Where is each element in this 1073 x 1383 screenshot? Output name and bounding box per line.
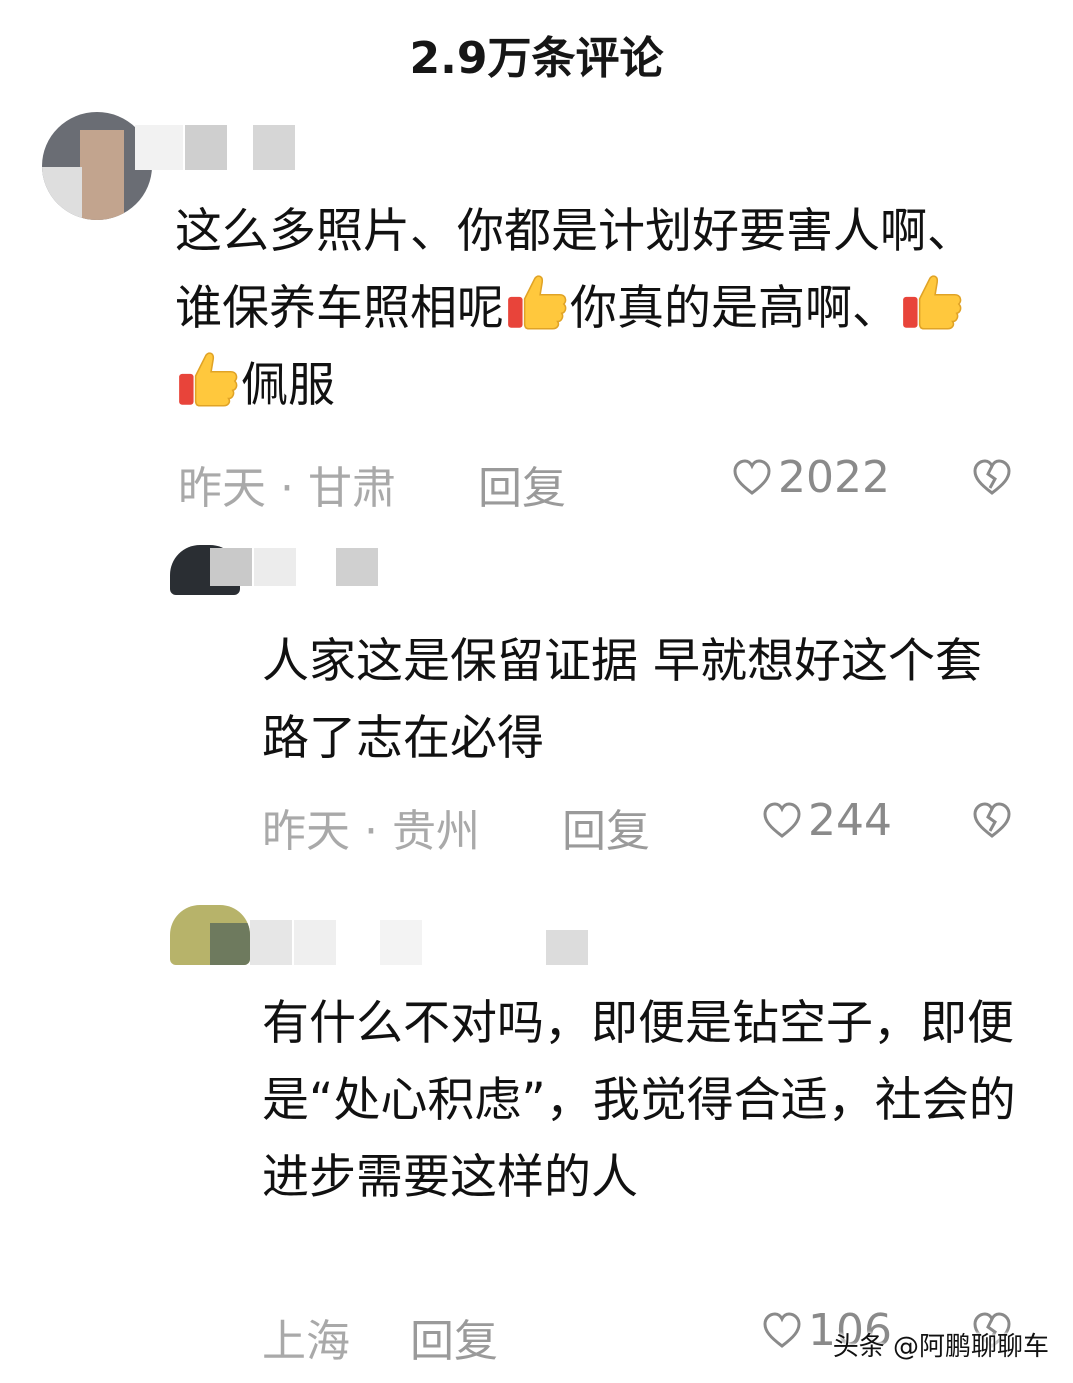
heart-outline-icon xyxy=(762,801,802,841)
reply-button[interactable]: 回复 xyxy=(478,452,566,516)
reply-button[interactable]: 回复 xyxy=(410,1305,498,1369)
thumbs-up-emoji xyxy=(175,347,241,413)
username-mosaic xyxy=(250,920,630,965)
like-count: 244 xyxy=(808,795,892,846)
broken-heart-icon[interactable] xyxy=(972,801,1012,841)
broken-heart-icon[interactable] xyxy=(972,458,1012,498)
username-mosaic xyxy=(210,548,390,586)
watermark: 头条 @阿鹏聊聊车 xyxy=(832,1332,1049,1362)
comment-meta: 昨天 · 贵州 xyxy=(262,806,480,857)
like-button[interactable]: 2022 xyxy=(732,452,890,503)
reply-button[interactable]: 回复 xyxy=(562,795,650,859)
heart-outline-icon xyxy=(762,1311,802,1351)
comment-meta: 昨天 · 甘肃 xyxy=(178,463,396,514)
heart-outline-icon xyxy=(732,458,772,498)
comment-meta: 上海 xyxy=(262,1316,350,1367)
thumbs-up-emoji xyxy=(899,270,965,336)
comment-text: 人家这是保留证据 早就想好这个套路了志在必得 xyxy=(262,634,982,766)
thumbs-up-emoji xyxy=(504,270,570,336)
like-button[interactable]: 244 xyxy=(762,795,892,846)
comments-count-title: 2.9万条评论 xyxy=(409,33,664,84)
comment-text: 这么多照片、你都是计划好要害人啊、谁保养车照相呢 你真的是高啊、佩服 xyxy=(175,204,974,413)
avatar[interactable] xyxy=(170,905,250,965)
username-mosaic xyxy=(125,125,385,170)
comment-text: 有什么不对吗，即便是钻空子，即便是“处心积虑”，我觉得合适，社会的进步需要这样的… xyxy=(262,996,1016,1205)
like-count: 2022 xyxy=(778,452,890,503)
